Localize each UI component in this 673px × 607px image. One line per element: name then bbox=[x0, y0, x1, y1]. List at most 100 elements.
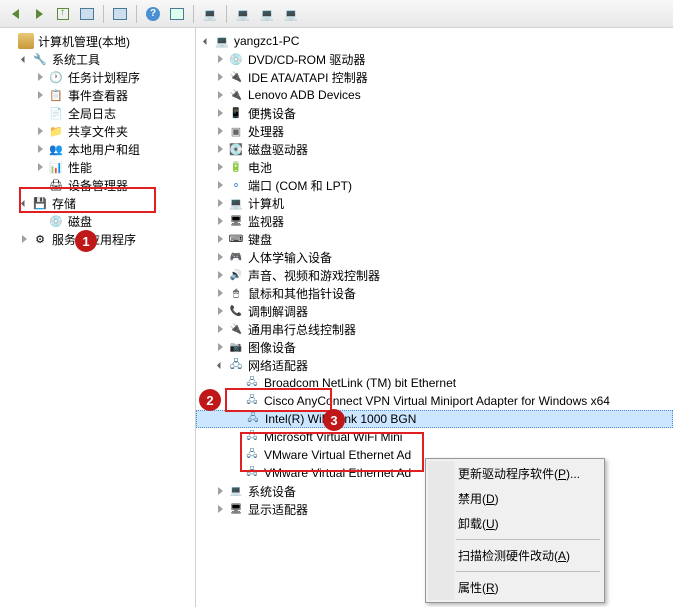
tree-disk-management[interactable]: 磁盘 bbox=[0, 212, 195, 230]
expander-closed[interactable] bbox=[34, 71, 46, 83]
properties-button[interactable] bbox=[109, 3, 131, 25]
expander-closed[interactable] bbox=[214, 287, 226, 299]
storage-icon bbox=[32, 195, 48, 211]
expander-none bbox=[34, 179, 46, 191]
device-usb[interactable]: 通用串行总线控制器 bbox=[196, 320, 673, 338]
expander-closed[interactable] bbox=[214, 71, 226, 83]
device-modem[interactable]: 调制解调器 bbox=[196, 302, 673, 320]
expander-open[interactable] bbox=[18, 53, 30, 65]
ctx-uninstall[interactable]: 卸载(U) bbox=[428, 511, 602, 536]
device-battery[interactable]: 电池 bbox=[196, 158, 673, 176]
device-cpu[interactable]: 处理器 bbox=[196, 122, 673, 140]
tree-label: 磁盘驱动器 bbox=[248, 141, 308, 158]
device-computer[interactable]: 计算机 bbox=[196, 194, 673, 212]
tree-performance[interactable]: 性能 bbox=[0, 158, 195, 176]
ctx-disable[interactable]: 禁用(D) bbox=[428, 486, 602, 511]
audio-icon bbox=[228, 267, 244, 283]
expander-open[interactable] bbox=[18, 197, 30, 209]
left-navigation-pane: 计算机管理(本地) 系统工具 任务计划程序 事件查看器 全局日志 共享文件夹 本… bbox=[0, 28, 196, 607]
device-monitor[interactable]: 监视器 bbox=[196, 212, 673, 230]
ctx-update-driver[interactable]: 更新驱动程序软件(P)... bbox=[428, 461, 602, 486]
ctx-scan-hardware[interactable]: 扫描检测硬件改动(A) bbox=[428, 543, 602, 568]
expander-closed[interactable] bbox=[214, 269, 226, 281]
expander-closed[interactable] bbox=[214, 179, 226, 191]
device-keyboard[interactable]: 键盘 bbox=[196, 230, 673, 248]
management-tree[interactable]: 计算机管理(本地) 系统工具 任务计划程序 事件查看器 全局日志 共享文件夹 本… bbox=[0, 32, 195, 248]
nav-up-button[interactable] bbox=[52, 3, 74, 25]
update-driver-button[interactable] bbox=[232, 3, 254, 25]
device-lenovo[interactable]: Lenovo ADB Devices bbox=[196, 86, 673, 104]
ctx-suffix: ) bbox=[495, 517, 499, 531]
tree-shared-folders[interactable]: 共享文件夹 bbox=[0, 122, 195, 140]
expander-closed[interactable] bbox=[214, 53, 226, 65]
expander-closed[interactable] bbox=[214, 485, 226, 497]
tree-device-manager[interactable]: 设备管理器 bbox=[0, 176, 195, 194]
expander-closed[interactable] bbox=[214, 125, 226, 137]
device-imaging[interactable]: 图像设备 bbox=[196, 338, 673, 356]
device-ide[interactable]: IDE ATA/ATAPI 控制器 bbox=[196, 68, 673, 86]
tree-services[interactable]: 服务和应用程序 bbox=[0, 230, 195, 248]
expander-open[interactable] bbox=[200, 35, 212, 47]
disk-icon bbox=[48, 213, 64, 229]
expander-closed[interactable] bbox=[214, 341, 226, 353]
expander-closed[interactable] bbox=[214, 323, 226, 335]
expander-closed[interactable] bbox=[214, 233, 226, 245]
show-hide-tree-button[interactable] bbox=[76, 3, 98, 25]
tree-root[interactable]: 计算机管理(本地) bbox=[0, 32, 195, 50]
help-button[interactable]: ? bbox=[142, 3, 164, 25]
expander-closed[interactable] bbox=[34, 161, 46, 173]
scan-hardware-button[interactable] bbox=[199, 3, 221, 25]
expander-closed[interactable] bbox=[34, 125, 46, 137]
tree-label: 监视器 bbox=[248, 213, 284, 230]
action-button[interactable] bbox=[166, 3, 188, 25]
expander-closed[interactable] bbox=[214, 503, 226, 515]
toolbar-separator bbox=[226, 5, 227, 23]
nic-cisco[interactable]: Cisco AnyConnect VPN Virtual Miniport Ad… bbox=[196, 392, 673, 410]
expander-closed[interactable] bbox=[34, 89, 46, 101]
nic-ms-virtual[interactable]: Microsoft Virtual WiFi Mini bbox=[196, 428, 673, 446]
device-dvd[interactable]: DVD/CD-ROM 驱动器 bbox=[196, 50, 673, 68]
expander-closed[interactable] bbox=[214, 161, 226, 173]
ctx-suffix: ) bbox=[566, 549, 570, 563]
uninstall-button[interactable] bbox=[256, 3, 278, 25]
expander-closed[interactable] bbox=[214, 251, 226, 263]
nav-forward-button[interactable] bbox=[28, 3, 50, 25]
expander-closed[interactable] bbox=[214, 215, 226, 227]
expander-closed[interactable] bbox=[214, 305, 226, 317]
tree-storage[interactable]: 存储 bbox=[0, 194, 195, 212]
device-port[interactable]: 端口 (COM 和 LPT) bbox=[196, 176, 673, 194]
device-pc-root[interactable]: yangzc1-PC bbox=[196, 32, 673, 50]
disable-button[interactable] bbox=[280, 3, 302, 25]
tree-label: 通用串行总线控制器 bbox=[248, 321, 356, 338]
event-icon bbox=[48, 87, 64, 103]
expander-open[interactable] bbox=[214, 359, 226, 371]
ctx-properties[interactable]: 属性(R) bbox=[428, 575, 602, 600]
tree-task-scheduler[interactable]: 任务计划程序 bbox=[0, 68, 195, 86]
device-portable[interactable]: 便携设备 bbox=[196, 104, 673, 122]
tree-label: 存储 bbox=[52, 195, 76, 212]
expander-closed[interactable] bbox=[18, 233, 30, 245]
device-network-adapters[interactable]: 网络适配器 bbox=[196, 356, 673, 374]
tree-local-users[interactable]: 本地用户和组 bbox=[0, 140, 195, 158]
device-tree[interactable]: yangzc1-PC DVD/CD-ROM 驱动器 IDE ATA/ATAPI … bbox=[196, 32, 673, 518]
expander-closed[interactable] bbox=[214, 143, 226, 155]
expander-closed[interactable] bbox=[34, 143, 46, 155]
device-mouse[interactable]: 鼠标和其他指针设备 bbox=[196, 284, 673, 302]
expander-closed[interactable] bbox=[214, 107, 226, 119]
keyboard-icon bbox=[228, 231, 244, 247]
device-disk[interactable]: 磁盘驱动器 bbox=[196, 140, 673, 158]
nic-intel-wifi[interactable]: Intel(R) WiFi Link 1000 BGN bbox=[196, 410, 673, 428]
context-menu[interactable]: 更新驱动程序软件(P)... 禁用(D) 卸载(U) 扫描检测硬件改动(A) 属… bbox=[425, 458, 605, 603]
device-hid[interactable]: 人体学输入设备 bbox=[196, 248, 673, 266]
tree-global-log[interactable]: 全局日志 bbox=[0, 104, 195, 122]
device-audio[interactable]: 声音、视频和游戏控制器 bbox=[196, 266, 673, 284]
help-icon: ? bbox=[146, 7, 160, 21]
tree-event-viewer[interactable]: 事件查看器 bbox=[0, 86, 195, 104]
nav-back-button[interactable] bbox=[4, 3, 26, 25]
expander-closed[interactable] bbox=[214, 89, 226, 101]
port-icon bbox=[228, 177, 244, 193]
expander-closed[interactable] bbox=[214, 197, 226, 209]
monitor-icon bbox=[228, 213, 244, 229]
nic-broadcom[interactable]: Broadcom NetLink (TM) bit Ethernet bbox=[196, 374, 673, 392]
tree-system-tools[interactable]: 系统工具 bbox=[0, 50, 195, 68]
